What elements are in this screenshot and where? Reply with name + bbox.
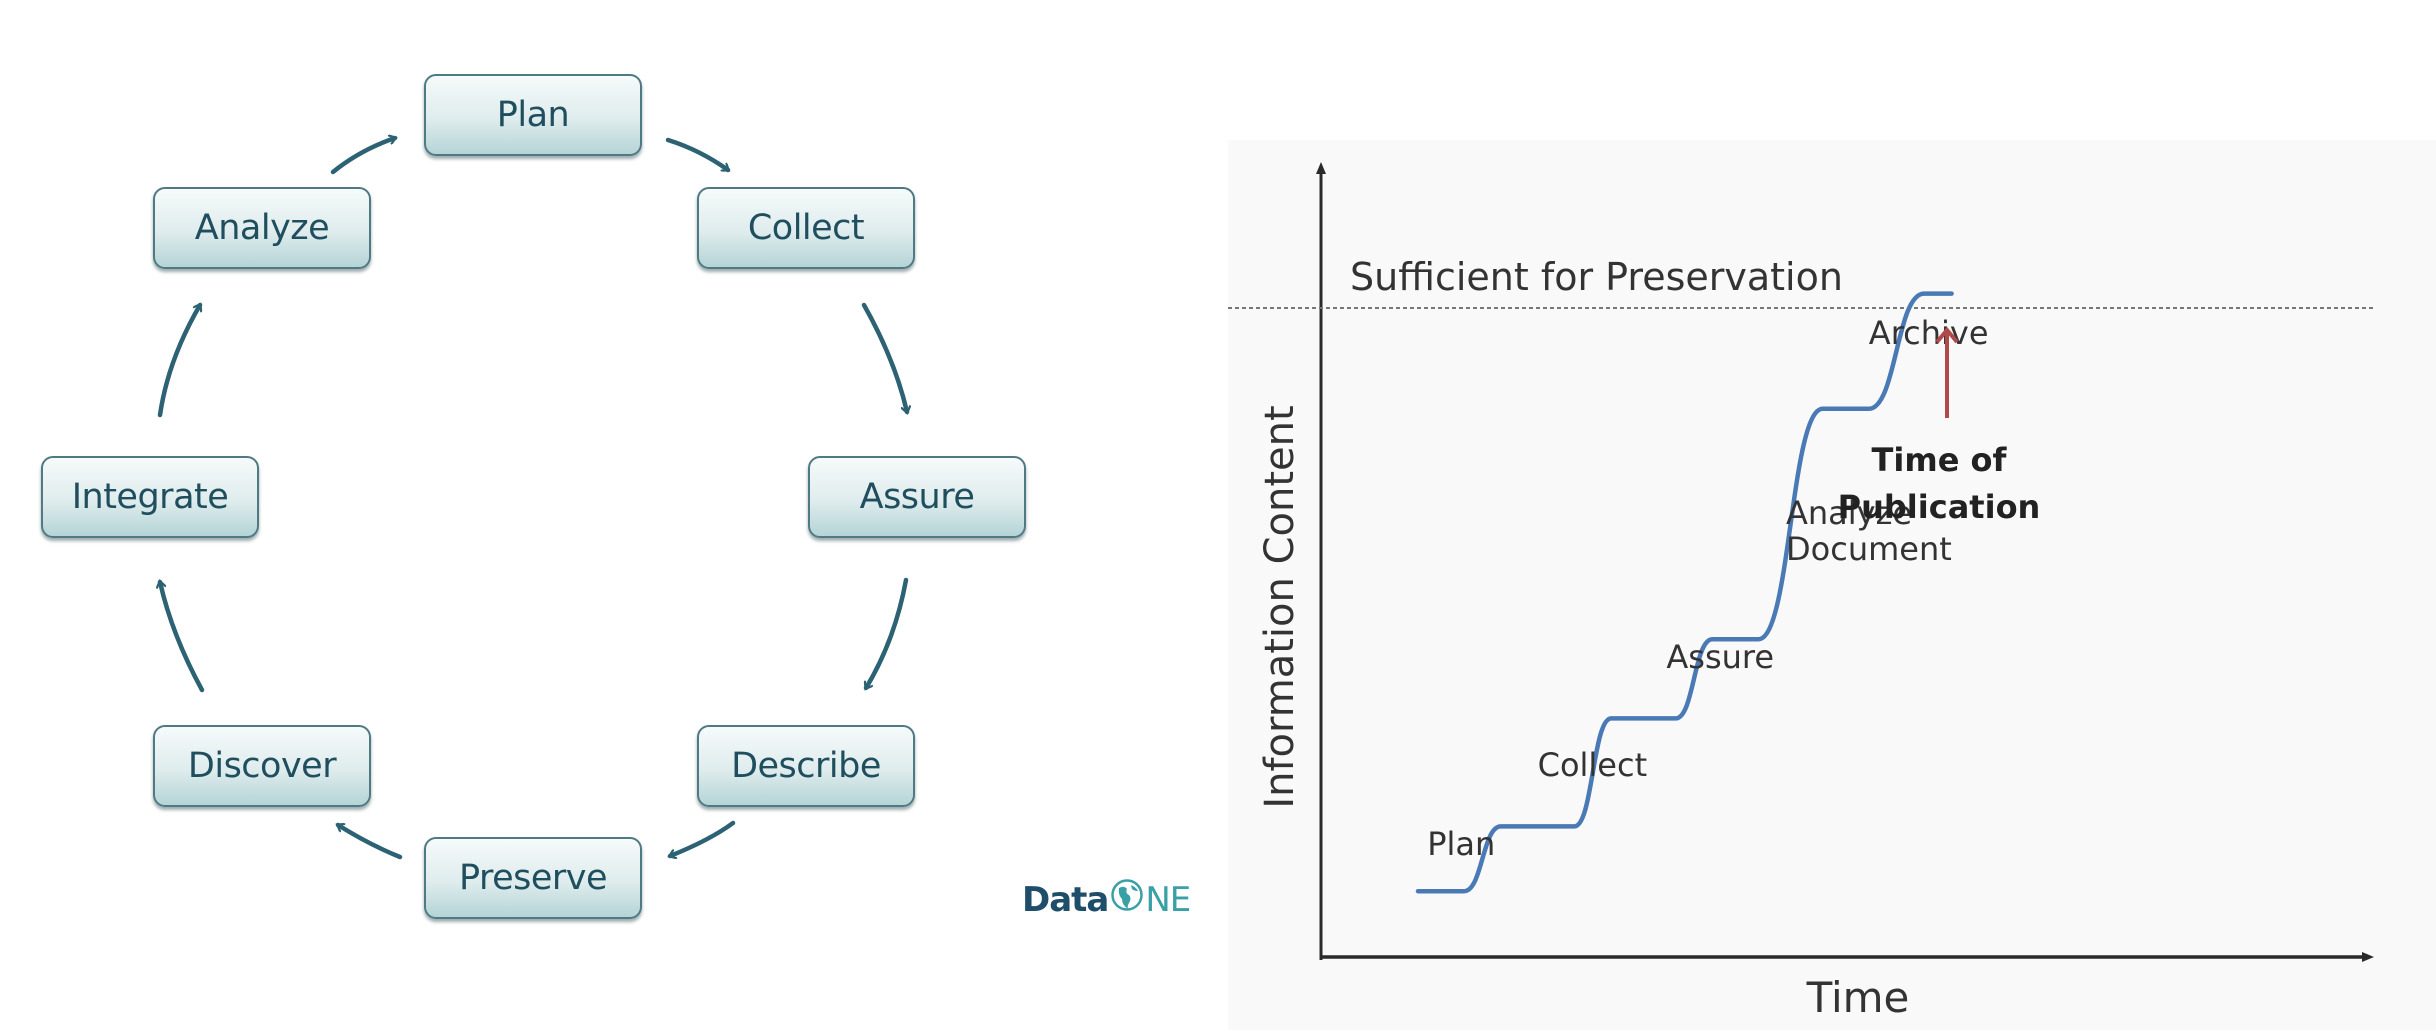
arrow-describe-to-preserve: [670, 820, 736, 856]
x-axis-label: Time: [1806, 973, 1910, 1022]
y-axis-label: Information Content: [1257, 405, 1303, 808]
stage-plan: Plan: [424, 74, 642, 156]
stage-label: Describe: [731, 746, 881, 786]
stage-assure: Assure: [808, 456, 1026, 538]
arrow-assure-to-describe: [866, 577, 909, 688]
stage-label: Collect: [747, 208, 865, 248]
stage-describe: Describe: [697, 725, 915, 807]
arrow-preserve-to-discover: [338, 822, 403, 860]
publication-label-line2: Publication: [1838, 488, 2041, 526]
stage-label: Analyze: [194, 208, 330, 248]
chart-stage-label: Plan: [1427, 825, 1495, 863]
data-life-cycle-diagram: Plan Collect Assure Describe Preserve Di…: [0, 0, 1220, 1030]
stage-discover: Discover: [153, 725, 371, 807]
chart-stage-label: Collect: [1538, 746, 1648, 784]
stage-label: Discover: [187, 746, 337, 786]
stage-labels: PlanCollectAssureAnalyzeDocumentArchive: [1427, 314, 1988, 863]
information-content-curve: [1415, 291, 1954, 894]
arrow-plan-to-collect: [665, 137, 728, 173]
chart-stage-label: Assure: [1666, 638, 1774, 676]
stage-label: Integrate: [71, 477, 229, 517]
stage-collect: Collect: [697, 187, 915, 269]
dataone-logo: Data NE: [1022, 878, 1191, 921]
information-content-chart: Sufficient for Preservation Plan Collect A…: [1228, 140, 2436, 1030]
stage-preserve: Preserve: [424, 837, 642, 919]
stage-label: Plan: [496, 95, 570, 135]
chart-stage-label: Archive: [1869, 314, 1989, 352]
arrow-collect-to-assure: [861, 302, 907, 412]
stage-label: Assure: [859, 477, 975, 517]
arrow-discover-to-integrate: [160, 582, 205, 693]
stage-analyze: Analyze: [153, 187, 371, 269]
arrow-analyze-to-plan: [330, 138, 395, 175]
chart-svg: Sufficient for Preservation Plan Collect A…: [1228, 162, 2376, 1022]
arrow-integrate-to-analyze: [157, 305, 200, 418]
globe-icon: [1110, 878, 1144, 921]
publication-label-line1: Time of: [1872, 441, 2008, 479]
threshold-label: Sufficient for Preservation: [1350, 255, 1843, 299]
logo-data-text: Data: [1022, 879, 1109, 920]
stage-integrate: Integrate: [41, 456, 259, 538]
chart-stage-label: Document: [1786, 530, 1952, 568]
logo-ne-text: NE: [1145, 879, 1191, 920]
stage-label: Preserve: [458, 858, 608, 898]
